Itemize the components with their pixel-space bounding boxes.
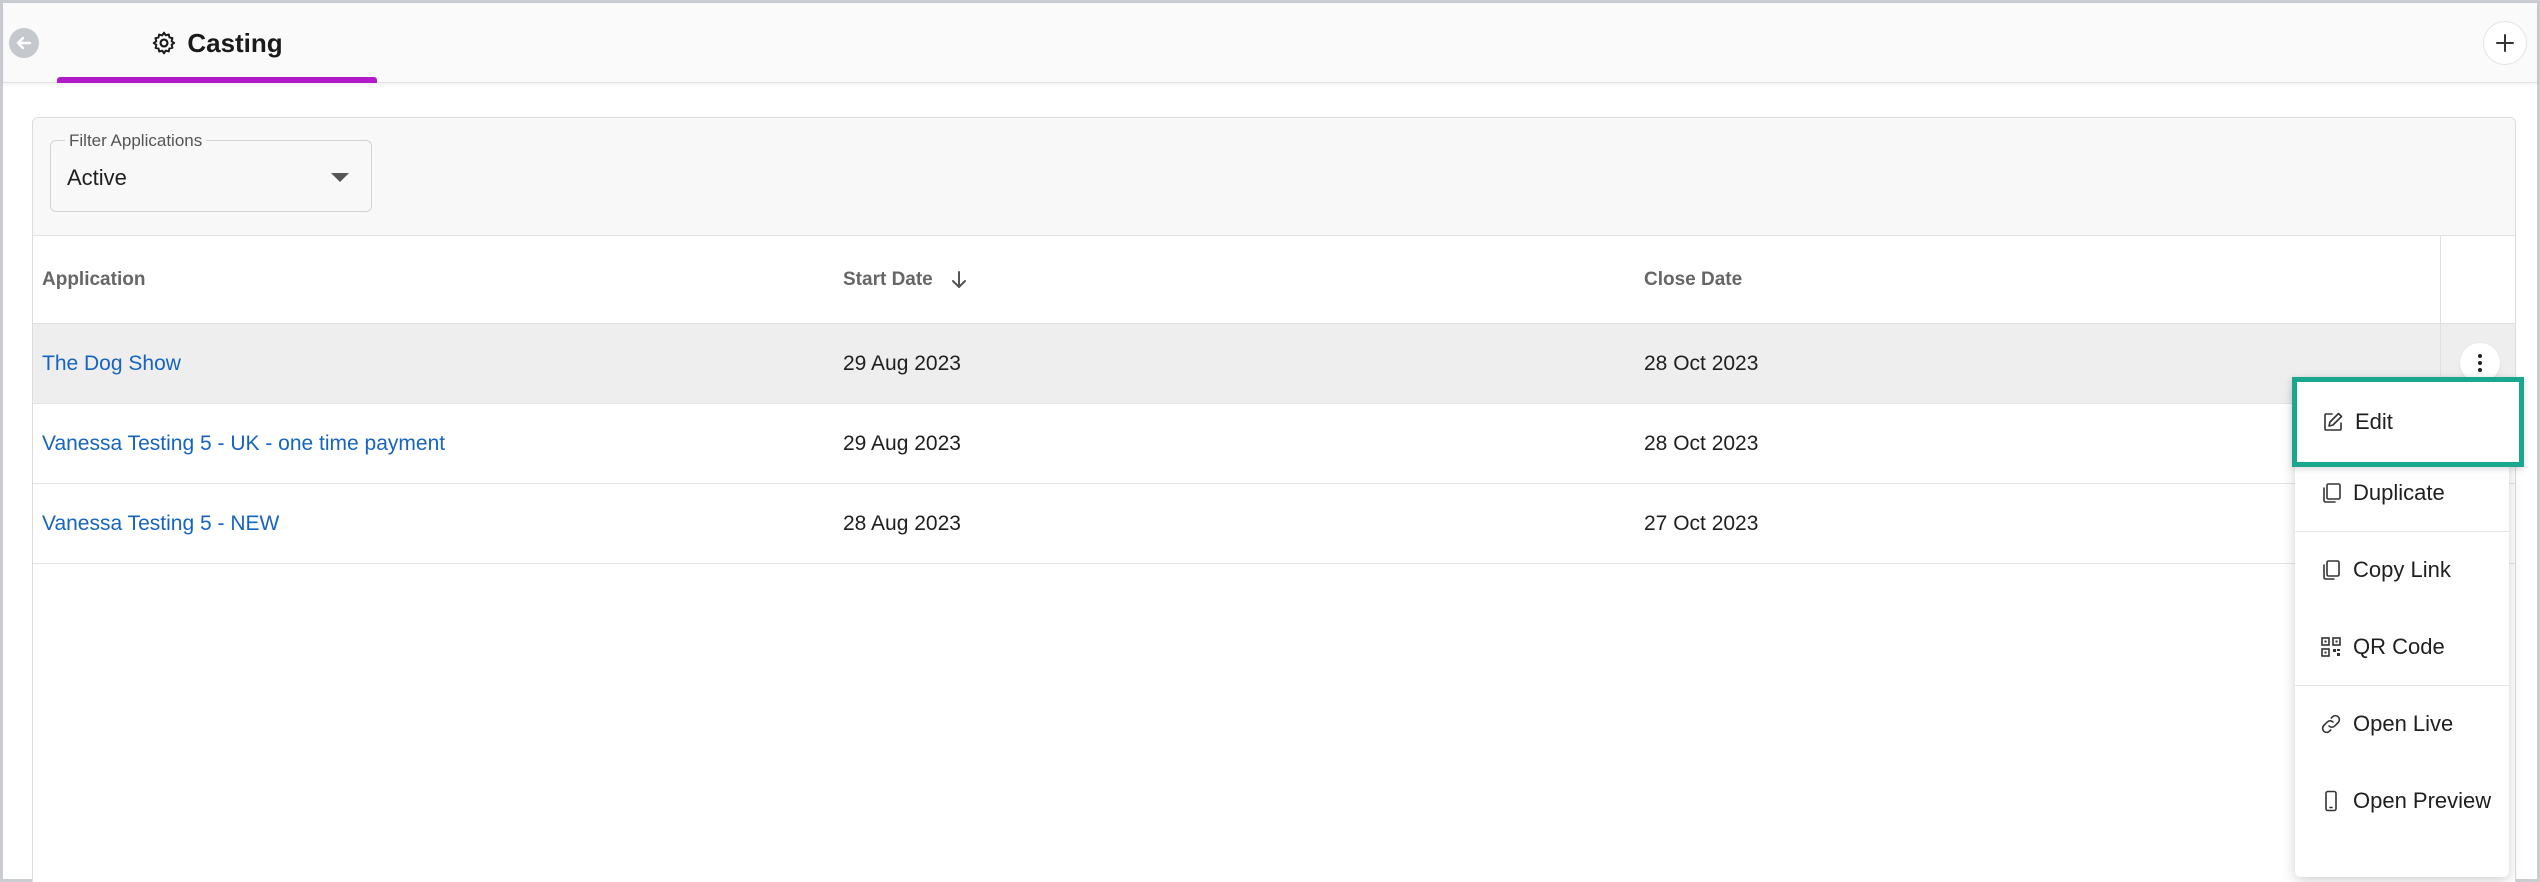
copy-icon xyxy=(2323,560,2340,580)
table-row[interactable]: The Dog Show 29 Aug 2023 28 Oct 2023 xyxy=(33,324,2515,404)
applications-table: Application Start Date Close Date The Do… xyxy=(33,236,2515,564)
mobile-phone-icon xyxy=(2325,790,2337,812)
tab-label: Casting xyxy=(187,27,283,58)
close-date-cell: 27 Oct 2023 xyxy=(1644,512,1759,535)
close-date-cell: 28 Oct 2023 xyxy=(1644,352,1759,375)
column-header-start-date[interactable]: Start Date xyxy=(843,236,971,324)
gear-icon xyxy=(153,31,176,55)
duplicate-icon xyxy=(2323,483,2341,503)
column-header-close-date[interactable]: Close Date xyxy=(1644,236,1742,324)
start-date-cell: 28 Aug 2023 xyxy=(843,512,961,535)
link-icon xyxy=(2321,714,2341,734)
menu-item-label: QR Code xyxy=(2353,634,2445,659)
caret-down-icon xyxy=(331,173,349,182)
application-link[interactable]: Vanessa Testing 5 - NEW xyxy=(42,484,279,564)
menu-item-edit[interactable]: Edit xyxy=(2292,377,2524,467)
table-header: Application Start Date Close Date xyxy=(33,236,2515,324)
menu-item-copy-link[interactable]: Copy Link xyxy=(2295,532,2509,608)
more-vertical-icon xyxy=(2478,354,2482,372)
actions-column-header xyxy=(2440,236,2515,324)
filter-label: Filter Applications xyxy=(65,131,207,151)
menu-item-label: Open Preview xyxy=(2353,788,2492,813)
plus-icon xyxy=(2496,34,2514,52)
start-date-cell: 29 Aug 2023 xyxy=(843,432,961,455)
top-bar: Casting xyxy=(3,3,2537,83)
menu-item-open-preview[interactable]: Open Preview xyxy=(2295,763,2509,839)
menu-item-label: Copy Link xyxy=(2353,557,2451,582)
menu-item-label: Duplicate xyxy=(2353,480,2445,505)
table-row[interactable]: Vanessa Testing 5 - NEW 28 Aug 2023 27 O… xyxy=(33,484,2515,564)
filter-value: Active xyxy=(67,165,127,190)
edit-icon xyxy=(2324,412,2343,431)
menu-item-qr-code[interactable]: QR Code xyxy=(2295,609,2509,685)
row-actions-menu: Edit Duplicate Copy Link QR Code Open Li… xyxy=(2292,377,2524,877)
filter-bar: Filter Applications Active xyxy=(33,118,2515,236)
arrow-left-icon xyxy=(16,36,32,50)
applications-card: Filter Applications Active Application S… xyxy=(32,117,2516,882)
close-date-cell: 28 Oct 2023 xyxy=(1644,432,1759,455)
menu-item-open-live[interactable]: Open Live xyxy=(2295,686,2509,762)
column-header-application[interactable]: Application xyxy=(42,236,145,324)
qr-code-icon xyxy=(2321,637,2341,657)
tab-casting[interactable]: Casting xyxy=(57,3,377,83)
filter-applications-select[interactable]: Filter Applications Active xyxy=(50,131,372,212)
active-tab-indicator xyxy=(57,77,377,83)
menu-item-label: Open Live xyxy=(2353,711,2454,736)
start-date-cell: 29 Aug 2023 xyxy=(843,352,961,375)
back-button[interactable] xyxy=(9,28,39,58)
menu-item-label: Edit xyxy=(2355,409,2393,434)
sort-arrow-down-icon xyxy=(951,271,966,288)
table-row[interactable]: Vanessa Testing 5 - UK - one time paymen… xyxy=(33,404,2515,484)
application-link[interactable]: The Dog Show xyxy=(42,324,181,404)
app-frame: Casting Filter Applications Active Appli… xyxy=(0,0,2540,882)
application-link[interactable]: Vanessa Testing 5 - UK - one time paymen… xyxy=(42,404,445,484)
column-header-start-date-label: Start Date xyxy=(843,269,933,290)
menu-item-duplicate[interactable]: Duplicate xyxy=(2295,455,2509,531)
add-button[interactable] xyxy=(2483,21,2527,65)
